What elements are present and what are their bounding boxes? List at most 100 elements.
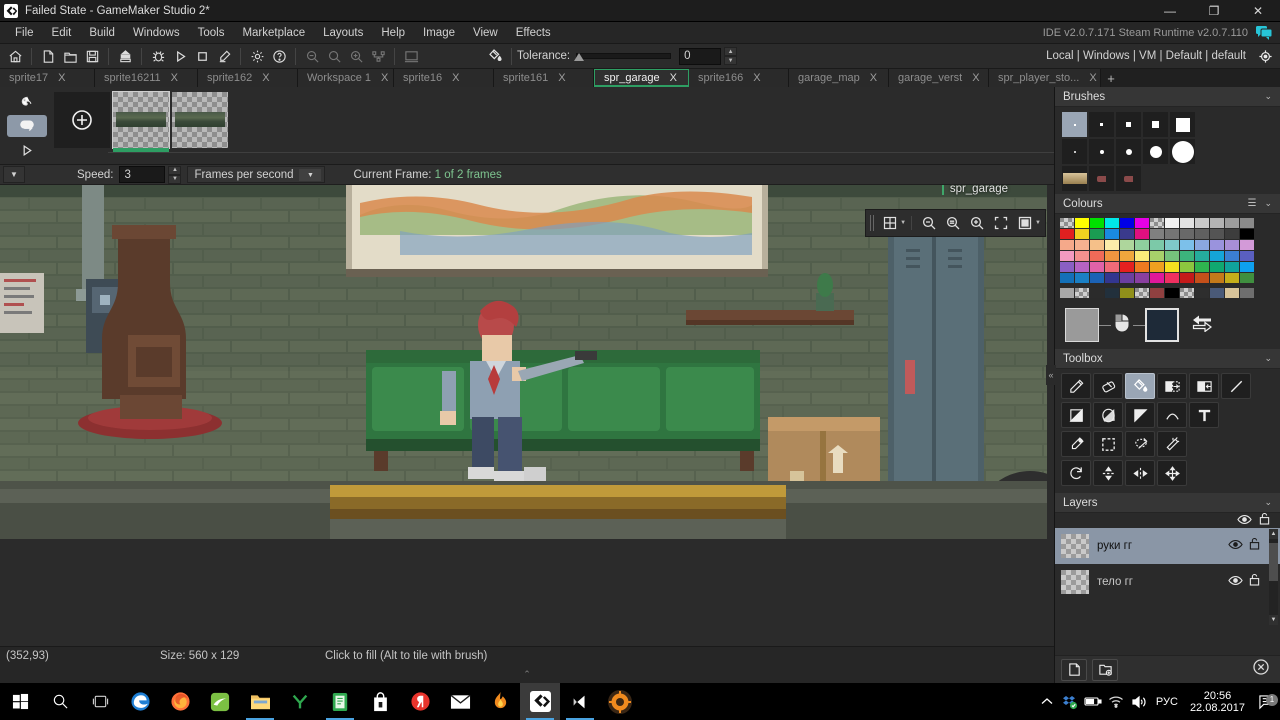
colour-swatch[interactable] (1225, 273, 1239, 283)
edge-icon[interactable] (120, 683, 160, 720)
tolerance-value[interactable]: 0 (679, 48, 721, 65)
polygon-icon[interactable] (1125, 402, 1155, 428)
tab-close-icon[interactable]: X (870, 72, 877, 84)
battery-icon[interactable] (1082, 696, 1105, 707)
lasso-select-icon[interactable] (1125, 431, 1155, 457)
curve-icon[interactable] (1157, 402, 1187, 428)
colour-swatch[interactable] (1195, 240, 1209, 250)
tolerance-stepper[interactable]: ▲ ▼ (724, 47, 737, 65)
colour-swatch[interactable] (1240, 273, 1254, 283)
brush-round-5[interactable] (1169, 138, 1196, 165)
new-file-icon[interactable] (38, 46, 58, 66)
tab-close-icon[interactable]: X (381, 72, 388, 84)
notifications-icon[interactable]: 1 (1252, 694, 1280, 710)
language-indicator[interactable]: РУС (1151, 696, 1183, 708)
colour-swatch[interactable] (1240, 218, 1254, 228)
colour-swatch[interactable] (1120, 218, 1134, 228)
open-folder-icon[interactable] (60, 46, 80, 66)
brush-square-4[interactable] (1142, 111, 1169, 138)
chevron-down-icon[interactable]: ▼ (299, 169, 321, 181)
chevron-down-icon[interactable]: ⌄ (1264, 353, 1272, 364)
eye-icon[interactable] (1237, 512, 1252, 530)
tab-garage-map[interactable]: garage_map X (789, 69, 889, 87)
tab-close-icon[interactable]: X (670, 72, 677, 84)
colour-swatch[interactable] (1090, 218, 1104, 228)
scroll-down-arrow[interactable]: ▼ (1269, 615, 1278, 625)
orange-app-icon[interactable] (600, 683, 640, 720)
flip-horizontal-icon[interactable] (1125, 460, 1155, 486)
colour-swatch[interactable] (1060, 218, 1074, 228)
speed-input[interactable]: 3 (119, 166, 165, 183)
onion-skin-icon[interactable] (7, 91, 47, 112)
colour-swatch[interactable] (1105, 273, 1119, 283)
pencil-icon[interactable] (1061, 373, 1091, 399)
brush-round-1[interactable] (1061, 138, 1088, 165)
home-icon[interactable] (5, 46, 25, 66)
delete-layer-icon[interactable] (1252, 658, 1270, 681)
frame-1[interactable] (172, 92, 228, 148)
colour-swatch[interactable] (1150, 240, 1164, 250)
colour-swatch[interactable] (1120, 240, 1134, 250)
colour-swatch[interactable] (1210, 273, 1224, 283)
sprite-canvas[interactable] (0, 185, 1047, 540)
canvas-area[interactable]: spr_garage ▼ (0, 185, 1054, 646)
fill-bucket-icon[interactable] (485, 46, 505, 66)
colour-swatch[interactable] (1060, 240, 1074, 250)
colours-section-header[interactable]: Colours ☰ ⌄ (1055, 194, 1280, 214)
colour-swatch[interactable] (1210, 218, 1224, 228)
colour-swatch[interactable] (1225, 251, 1239, 261)
colour-swatch[interactable] (1150, 288, 1164, 298)
speed-stepper[interactable]: ▲ ▼ (168, 166, 181, 184)
zoom-fit-icon[interactable] (942, 212, 964, 234)
graph-icon[interactable] (368, 46, 388, 66)
unlock-icon[interactable] (1249, 573, 1260, 591)
brush-custom-1[interactable] (1061, 165, 1088, 192)
colour-swatch[interactable] (1195, 218, 1209, 228)
show-hidden-icons[interactable] (1036, 697, 1059, 706)
colour-swatch[interactable] (1075, 218, 1089, 228)
colour-swatch[interactable] (1120, 262, 1134, 272)
colour-swatch[interactable] (1135, 229, 1149, 239)
stop-icon[interactable] (192, 46, 212, 66)
brush-square-5[interactable] (1169, 111, 1196, 138)
colour-swatch[interactable] (1195, 229, 1209, 239)
chevron-down-icon[interactable]: ⌄ (1264, 497, 1272, 508)
speed-units-select[interactable]: Frames per second ▼ (187, 166, 325, 183)
tab-close-icon[interactable]: X (753, 72, 760, 84)
colour-swatch[interactable] (1150, 262, 1164, 272)
colour-swatch[interactable] (1195, 273, 1209, 283)
colour-swatch[interactable] (1090, 240, 1104, 250)
target-icon[interactable] (1255, 46, 1275, 66)
menu-windows[interactable]: Windows (124, 22, 189, 44)
colour-swatch[interactable] (1240, 262, 1254, 272)
colour-swatch[interactable] (1135, 262, 1149, 272)
menu-image[interactable]: Image (414, 22, 464, 44)
tab-garage-verst[interactable]: garage_verst X (889, 69, 989, 87)
swap-colors-icon[interactable] (1191, 314, 1213, 337)
menu-view[interactable]: View (464, 22, 507, 44)
colour-swatch[interactable] (1165, 240, 1179, 250)
tab-close-icon[interactable]: X (452, 72, 459, 84)
chevron-down-icon[interactable]: ▼ (900, 220, 906, 226)
grid-icon[interactable] (879, 212, 901, 234)
colour-swatch[interactable] (1180, 288, 1194, 298)
colour-swatch[interactable] (1105, 262, 1119, 272)
fullscreen-icon[interactable] (990, 212, 1012, 234)
add-frame-button[interactable] (54, 92, 110, 148)
menu-build[interactable]: Build (80, 22, 124, 44)
save-icon[interactable] (82, 46, 102, 66)
brush-pixel-1[interactable] (1061, 111, 1088, 138)
colour-swatch[interactable] (1105, 218, 1119, 228)
tab-sprite166[interactable]: sprite166 X (689, 69, 789, 87)
brush-custom-3[interactable] (1115, 165, 1142, 192)
dropbox-icon[interactable] (1059, 694, 1082, 710)
colour-swatch[interactable] (1195, 262, 1209, 272)
tolerance-stepper-up[interactable]: ▲ (724, 47, 737, 56)
colour-swatch[interactable] (1165, 288, 1179, 298)
menu-file[interactable]: File (6, 22, 43, 44)
colour-swatch[interactable] (1075, 273, 1089, 283)
colour-swatch[interactable] (1240, 229, 1254, 239)
colour-swatch[interactable] (1105, 251, 1119, 261)
brush-square-2[interactable] (1088, 111, 1115, 138)
tab-spr-garage[interactable]: spr_garage X (594, 69, 689, 87)
